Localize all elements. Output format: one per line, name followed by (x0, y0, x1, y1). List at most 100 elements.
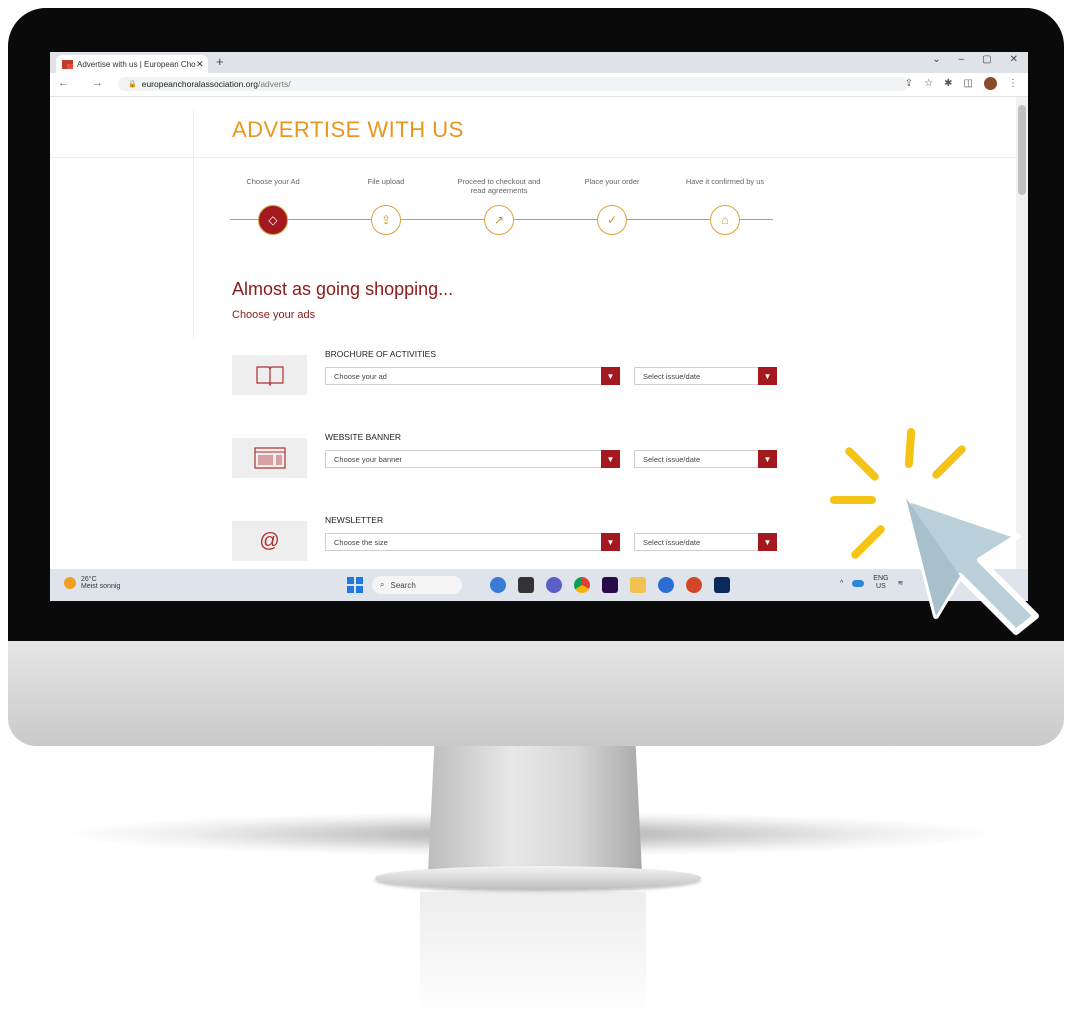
extensions-icon[interactable]: ✱ (944, 78, 952, 89)
chevron-down-icon[interactable]: ▼ (758, 450, 777, 468)
issue-date-select[interactable]: Select issue/date ▼ (634, 450, 777, 468)
tab-title: Advertise with us | European Cho (77, 59, 196, 69)
site-favicon-icon (62, 59, 73, 69)
home-icon: ⌂ (710, 205, 740, 235)
issue-date-value: Select issue/date (643, 537, 701, 547)
language-code: ENG (873, 575, 889, 582)
banner-icon (232, 438, 307, 478)
file-explorer-icon[interactable] (630, 577, 646, 593)
address-bar-row: ← → C 🔒 europeanchoralassociation.org/ad… (50, 73, 1028, 97)
issue-date-value: Select issue/date (643, 454, 701, 464)
onedrive-icon[interactable] (852, 579, 865, 587)
premiere-icon[interactable] (602, 577, 618, 593)
sparkle-line (830, 496, 876, 504)
region-code: US (876, 583, 886, 590)
taskbar-search[interactable]: ⌕ Search (372, 576, 462, 594)
step-file-upload[interactable]: File upload ⇪ (336, 177, 436, 235)
size-select[interactable]: Choose the size ▼ (325, 533, 620, 551)
step-checkout[interactable]: Proceed to checkout and read agreements … (449, 177, 549, 235)
tag-icon: ◇ (258, 205, 288, 235)
url-field[interactable]: 🔒 europeanchoralassociation.org/adverts/ (118, 77, 908, 91)
issue-date-select[interactable]: Select issue/date ▼ (634, 367, 777, 385)
chevron-down-icon[interactable]: ▼ (758, 367, 777, 385)
monitor-stand-neck (428, 744, 642, 872)
stand-reflection (420, 892, 646, 1017)
new-tab-button[interactable]: + (216, 54, 224, 69)
window-controls: ⌄ – ▢ ✕ (932, 54, 1028, 65)
weather-widget[interactable]: 26°C Meist sonnig (64, 576, 120, 590)
mouse-cursor-icon (903, 495, 1039, 635)
ad-row-newsletter: @ NEWSLETTER Choose the size ▼ Select iss… (232, 515, 787, 575)
search-icon: ⌕ (380, 580, 385, 589)
banner-select-value: Choose your banner (334, 454, 402, 464)
chevron-up-icon[interactable]: ^ (840, 580, 843, 587)
powerpoint-icon[interactable] (686, 577, 702, 593)
minimize-button[interactable]: – (959, 54, 965, 65)
menu-dots-icon[interactable]: ⋮ (1008, 78, 1018, 89)
choose-ads-subheading: Choose your ads (232, 309, 316, 321)
header-divider (50, 157, 1016, 158)
tab-search-icon[interactable]: ⌄ (932, 54, 940, 65)
bing-icon[interactable] (490, 577, 506, 593)
maximize-button[interactable]: ▢ (982, 54, 991, 65)
step-choose-ad[interactable]: Choose your Ad ◇ (223, 177, 323, 235)
sidebar-divider (193, 109, 194, 339)
check-icon: ✓ (597, 205, 627, 235)
search-label: Search (390, 580, 416, 590)
issue-date-value: Select issue/date (643, 371, 701, 381)
windows-start-icon[interactable] (347, 577, 363, 593)
url-host: europeanchoralassociation.org (141, 79, 258, 89)
teams-chat-icon[interactable] (546, 577, 562, 593)
ad-select-value: Choose your ad (334, 371, 387, 381)
step-label: File upload (367, 177, 405, 186)
step-label: Place your order (584, 177, 640, 186)
profile-avatar[interactable] (984, 77, 997, 90)
temperature: 26°C (81, 576, 97, 583)
checkout-steps: Choose your Ad ◇ File upload ⇪ Proceed t… (228, 177, 783, 247)
scrollbar-thumb[interactable] (1018, 105, 1026, 195)
lock-icon: 🔒 (128, 81, 137, 88)
step-label: Choose your Ad (246, 177, 300, 186)
step-label: Proceed to checkout and read agreements (457, 177, 541, 195)
ad-select[interactable]: Choose your ad ▼ (325, 367, 620, 385)
banner-select[interactable]: Choose your banner ▼ (325, 450, 620, 468)
url-path: /adverts/ (257, 79, 291, 89)
browser-app-icon[interactable] (658, 577, 674, 593)
language-indicator[interactable]: ENG US (873, 575, 888, 591)
step-confirmed[interactable]: Have it confirmed by us ⌂ (675, 177, 775, 235)
chevron-down-icon[interactable]: ▼ (758, 533, 777, 551)
chevron-down-icon[interactable]: ▼ (601, 533, 620, 551)
step-place-order[interactable]: Place your order ✓ (562, 177, 662, 235)
tab-close-icon[interactable]: ✕ (196, 59, 208, 70)
book-icon (232, 355, 307, 395)
browser-tab-bar: Advertise with us | European Cho ✕ + ⌄ –… (50, 52, 1028, 73)
taskbar-apps (490, 577, 730, 593)
ad-row-brochure: BROCHURE OF ACTIVITIES Choose your ad ▼ S… (232, 349, 787, 409)
shopping-heading: Almost as going shopping... (232, 279, 454, 299)
ad-name: NEWSLETTER (325, 515, 384, 525)
photoshop-icon[interactable] (714, 577, 730, 593)
sun-icon (64, 577, 76, 589)
close-window-button[interactable]: ✕ (1010, 54, 1018, 65)
size-select-value: Choose the size (334, 537, 388, 547)
upload-icon: ⇪ (371, 205, 401, 235)
bookmark-star-icon[interactable]: ☆ (924, 78, 933, 89)
issue-date-select[interactable]: Select issue/date ▼ (634, 533, 777, 551)
chevron-down-icon[interactable]: ▼ (601, 450, 620, 468)
step-label: Have it confirmed by us (685, 177, 765, 186)
page-title: ADVERTISE WITH US (232, 117, 464, 142)
windows-taskbar: 26°C Meist sonnig ⌕ Search ^ ENG US ≋ (50, 569, 1028, 601)
weather-text: Meist sonnig (81, 583, 121, 590)
sidepanel-icon[interactable]: ◫ (964, 78, 973, 89)
at-icon: @ (232, 521, 307, 561)
browser-tab[interactable]: Advertise with us | European Cho ✕ (56, 55, 208, 73)
chevron-down-icon[interactable]: ▼ (601, 367, 620, 385)
ad-row-website-banner: WEBSITE BANNER Choose your banner ▼ Selec… (232, 432, 787, 492)
monitor-screen: Advertise with us | European Cho ✕ + ⌄ –… (50, 52, 1028, 601)
task-view-icon[interactable] (518, 577, 534, 593)
ad-name: BROCHURE OF ACTIVITIES (325, 349, 436, 359)
monitor-stand-base (375, 866, 701, 890)
share-icon[interactable]: ⇪ (905, 78, 913, 89)
arrow-up-right-icon: ↗ (484, 205, 514, 235)
chrome-icon[interactable] (574, 577, 590, 593)
